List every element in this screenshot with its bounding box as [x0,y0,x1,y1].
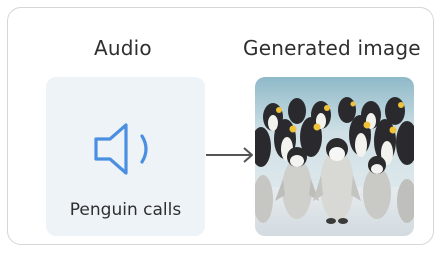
generated-image [255,77,414,236]
audio-heading: Audio [94,36,152,60]
speaker-icon [94,123,148,175]
generated-image-heading: Generated image [243,36,421,60]
penguin-photo [255,77,414,236]
arrow-right-icon [206,147,253,163]
audio-panel: Penguin calls [46,77,205,236]
audio-caption: Penguin calls [69,200,182,220]
